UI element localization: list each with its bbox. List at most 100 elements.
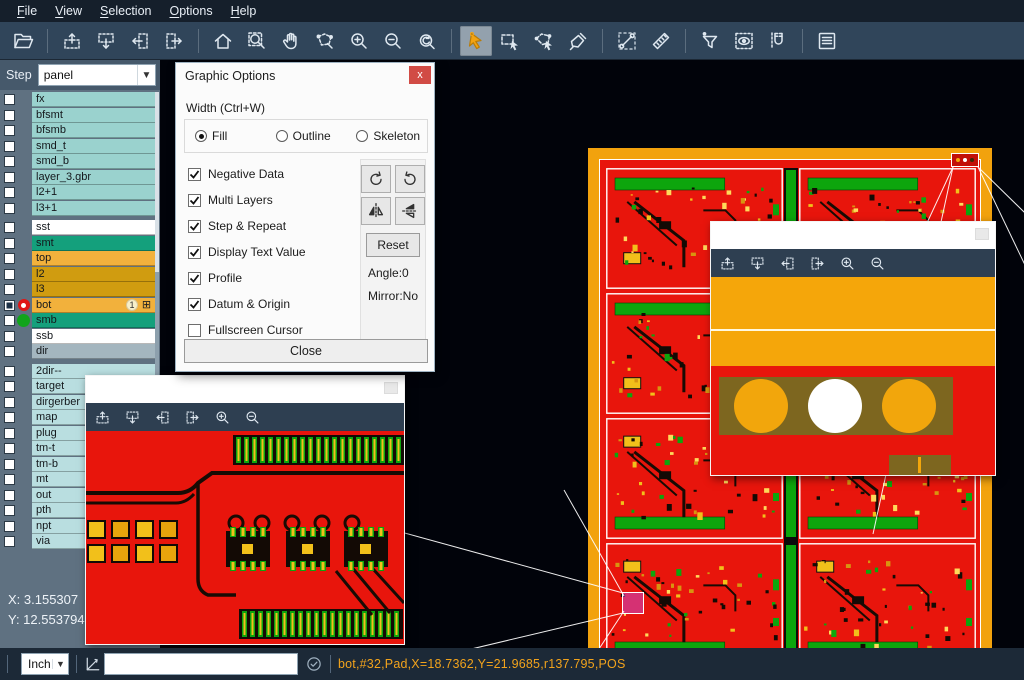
- flip-vertical-button[interactable]: [395, 197, 425, 225]
- radio-outline[interactable]: Outline: [276, 129, 347, 143]
- checkbox-multi-layers[interactable]: Multi Layers: [188, 187, 306, 213]
- step-select[interactable]: panel ▼: [38, 64, 156, 86]
- pad-left-button[interactable]: [124, 26, 156, 56]
- zoom-out-button[interactable]: [377, 26, 409, 56]
- layer-visibility-checkbox[interactable]: [4, 366, 15, 377]
- home-view-button[interactable]: [207, 26, 239, 56]
- measure-distance-button[interactable]: [611, 26, 643, 56]
- magnifier-window-right[interactable]: [710, 221, 996, 476]
- layer-row-bfsmb[interactable]: bfsmb: [0, 123, 160, 139]
- radio-fill[interactable]: Fill: [195, 129, 266, 143]
- layer-name[interactable]: l2+1: [32, 185, 155, 200]
- layer-row-l2[interactable]: l2: [0, 267, 160, 283]
- layer-visibility-checkbox[interactable]: [4, 443, 15, 454]
- layer-visibility-checkbox[interactable]: [4, 490, 15, 501]
- menu-options[interactable]: Options: [160, 2, 221, 20]
- layer-visibility-checkbox[interactable]: [4, 141, 15, 152]
- unit-select[interactable]: Inch ▼: [21, 653, 69, 675]
- layer-visibility-checkbox[interactable]: [4, 474, 15, 485]
- pad-right-button[interactable]: [158, 26, 190, 56]
- close-icon[interactable]: x: [409, 66, 431, 84]
- layer-row-layer_3.gbr[interactable]: layer_3.gbr: [0, 170, 160, 186]
- layer-visibility-checkbox[interactable]: [4, 521, 15, 532]
- select-cursor-button[interactable]: [460, 26, 492, 56]
- layer-visibility-checkbox[interactable]: [4, 300, 15, 311]
- layer-visibility-checkbox[interactable]: [4, 505, 15, 516]
- layer-row-top[interactable]: top: [0, 251, 160, 267]
- layer-name[interactable]: smt: [32, 236, 155, 251]
- select-polygon-button[interactable]: [528, 26, 560, 56]
- menu-selection[interactable]: Selection: [91, 2, 160, 20]
- magnifier-right-view[interactable]: [711, 277, 995, 475]
- snap-magnet-button[interactable]: [762, 26, 794, 56]
- layer-row-ssb[interactable]: ssb: [0, 329, 160, 345]
- layer-name[interactable]: layer_3.gbr: [32, 170, 155, 185]
- layer-visibility-checkbox[interactable]: [4, 253, 15, 264]
- layer-row-l2+1[interactable]: l2+1: [0, 185, 160, 201]
- pad-bottom-button[interactable]: [90, 26, 122, 56]
- window-button-icon[interactable]: [975, 228, 989, 240]
- reset-button[interactable]: Reset: [366, 233, 420, 257]
- zoom-window-button[interactable]: [241, 26, 273, 56]
- checkbox-negative-data[interactable]: Negative Data: [188, 161, 306, 187]
- layer-name[interactable]: bfsmb: [32, 123, 155, 138]
- refresh-check-icon[interactable]: [305, 655, 323, 673]
- layer-name[interactable]: l2: [32, 267, 155, 282]
- layers-panel-button[interactable]: [811, 26, 843, 56]
- layer-visibility-checkbox[interactable]: [4, 203, 15, 214]
- layer-visibility-checkbox[interactable]: [4, 428, 15, 439]
- layer-visibility-checkbox[interactable]: [4, 346, 15, 357]
- magnifier-right-titlebar[interactable]: [711, 222, 995, 249]
- layer-row-smd_t[interactable]: smd_t: [0, 139, 160, 155]
- close-button[interactable]: Close: [184, 339, 428, 363]
- layer-visibility-checkbox[interactable]: [4, 397, 15, 408]
- measure-ruler-button[interactable]: [645, 26, 677, 56]
- magnifier-window-left[interactable]: [85, 375, 405, 645]
- layer-row-fx[interactable]: fx: [0, 92, 160, 108]
- magnifier-left-view[interactable]: [86, 431, 404, 644]
- layer-name[interactable]: bfsmt: [32, 108, 155, 123]
- clean-brush-button[interactable]: [562, 26, 594, 56]
- layer-name[interactable]: bot1⊞: [32, 298, 155, 313]
- magnifier-left-titlebar[interactable]: [86, 376, 404, 403]
- layer-name[interactable]: fx: [32, 92, 155, 107]
- checkbox-step-repeat[interactable]: Step & Repeat: [188, 213, 306, 239]
- menu-view[interactable]: View: [46, 2, 91, 20]
- checkbox-profile[interactable]: Profile: [188, 265, 306, 291]
- menu-help[interactable]: Help: [222, 2, 266, 20]
- rotate-ccw-button[interactable]: [395, 165, 425, 193]
- layer-visibility-checkbox[interactable]: [4, 110, 15, 121]
- layer-visibility-checkbox[interactable]: [4, 238, 15, 249]
- zoom-in-button[interactable]: [343, 26, 375, 56]
- layer-row-bfsmt[interactable]: bfsmt: [0, 108, 160, 124]
- pan-hand-button[interactable]: [275, 26, 307, 56]
- zoom-previous-button[interactable]: [411, 26, 443, 56]
- layer-name[interactable]: ssb: [32, 329, 155, 344]
- command-input[interactable]: [104, 653, 298, 675]
- layer-visibility-checkbox[interactable]: [4, 315, 15, 326]
- layer-row-smd_b[interactable]: smd_b: [0, 154, 160, 170]
- window-button-icon[interactable]: [384, 382, 398, 394]
- view-options-button[interactable]: [728, 26, 760, 56]
- pad-top-button[interactable]: [56, 26, 88, 56]
- layer-visibility-checkbox[interactable]: [4, 412, 15, 423]
- layer-visibility-checkbox[interactable]: [4, 381, 15, 392]
- layer-row-sst[interactable]: sst: [0, 220, 160, 236]
- checkbox-datum-origin[interactable]: Datum & Origin: [188, 291, 306, 317]
- layer-visibility-checkbox[interactable]: [4, 187, 15, 198]
- layer-visibility-checkbox[interactable]: [4, 331, 15, 342]
- layer-name[interactable]: top: [32, 251, 155, 266]
- filter-button[interactable]: [694, 26, 726, 56]
- angle-measure-icon[interactable]: [84, 655, 102, 673]
- layer-row-dir[interactable]: dir: [0, 344, 160, 360]
- layer-row-l3[interactable]: l3: [0, 282, 160, 298]
- layer-row-smt[interactable]: smt: [0, 236, 160, 252]
- layer-name[interactable]: sst: [32, 220, 155, 235]
- layer-row-l3+1[interactable]: l3+1: [0, 201, 160, 217]
- layer-visibility-checkbox[interactable]: [4, 536, 15, 547]
- layer-name[interactable]: smd_b: [32, 154, 155, 169]
- layer-visibility-checkbox[interactable]: [4, 459, 15, 470]
- layer-visibility-checkbox[interactable]: [4, 156, 15, 167]
- flip-horizontal-button[interactable]: [361, 197, 391, 225]
- layer-visibility-checkbox[interactable]: [4, 125, 15, 136]
